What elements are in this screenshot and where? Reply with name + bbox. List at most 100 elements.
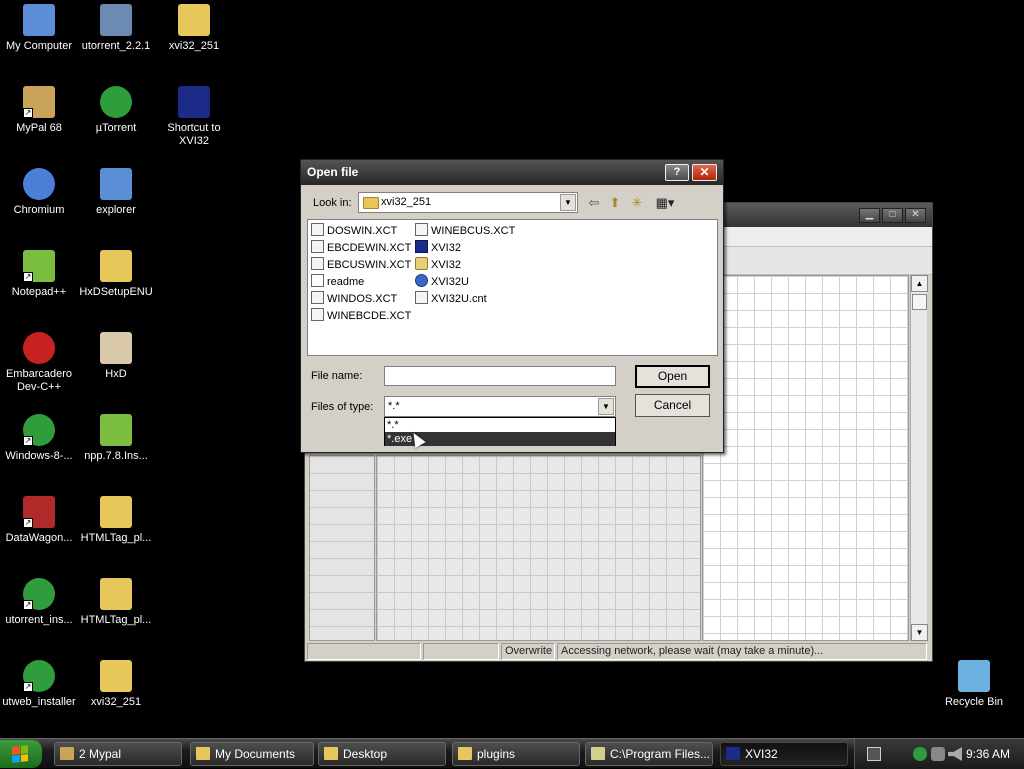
hex-grid[interactable] [376,455,701,641]
status-mode: Overwrite [501,643,555,660]
desktop-icon[interactable]: HxDSetupENU [77,250,155,299]
desktop-icon-label: Shortcut to XVI32 [167,122,221,147]
desktop-icon[interactable]: npp.7.8.Ins... [77,414,155,463]
status-panel-1 [307,643,421,660]
desktop-icon[interactable]: HTMLTag_pl... [77,496,155,545]
desktop-icon[interactable]: ↗ DataWagon... [0,496,78,545]
desktop-icon[interactable]: Recycle Bin [935,660,1013,709]
file-name: WINEBCUS.XCT [431,225,516,237]
chevron-down-icon[interactable]: ▼ [598,398,614,415]
look-in-dropdown[interactable]: xvi32_251 ▼ [358,192,578,213]
shortcut-arrow-icon: ↗ [23,436,33,446]
offset-column [309,455,375,641]
files-of-type-select[interactable]: *.* ▼ [384,396,616,417]
desktop-icon[interactable]: µTorrent [77,86,155,135]
up-folder-icon[interactable]: ⬆ [606,194,624,211]
open-file-dialog[interactable]: Open file ? ✕ Look in: xvi32_251 ▼ ⇦ ⬆ ✳… [300,159,724,453]
utorrent-icon: ↗ [23,414,55,446]
desktop-icon[interactable]: HxD [77,332,155,381]
desktop-icon[interactable]: My Computer [0,4,78,53]
desktop-icon[interactable]: ↗ Notepad++ [0,250,78,299]
file-name-input[interactable] [384,366,616,386]
desktop-icon-label: xvi32_251 [168,40,220,52]
vertical-scrollbar[interactable]: ▲ ▼ [910,275,928,641]
xct-file-icon [311,308,324,321]
volume-icon[interactable] [948,747,962,761]
file-name: XVI32U [431,276,469,288]
desktop-icon[interactable]: xvi32_251 [77,660,155,709]
shortcut-arrow-icon: ↗ [23,682,33,692]
new-folder-icon[interactable]: ✳ [628,194,646,211]
scroll-down-arrow-icon[interactable]: ▼ [911,624,928,641]
devcpp-icon [23,332,55,364]
desktop-icon[interactable]: HTMLTag_pl... [77,578,155,627]
file-item[interactable]: WINDOS.XCT [311,291,397,307]
xct-file-icon [311,257,324,270]
desktop-icon[interactable]: ↗ utorrent_ins... [0,578,78,627]
back-arrow-icon[interactable]: ⇦ [585,194,603,211]
file-item[interactable]: EBCDEWIN.XCT [311,240,411,256]
scroll-thumb[interactable] [912,294,927,310]
file-item[interactable]: XVI32 [415,257,461,273]
xct-file-icon [415,223,428,236]
file-item[interactable]: XVI32U [415,274,469,290]
file-list[interactable]: DOSWIN.XCT EBCDEWIN.XCT EBCUSWIN.XCT readme… [307,219,718,356]
taskbar-button[interactable]: Desktop [318,742,446,766]
file-item[interactable]: XVI32U.cnt [415,291,487,307]
utorrent-icon[interactable] [913,747,927,761]
config-file-icon [415,257,428,270]
chevron-down-icon[interactable]: ▼ [560,194,576,211]
desktop-icon[interactable]: ↗ utweb_installer [0,660,78,709]
desktop-icon[interactable]: Embarcadero Dev-C++ [0,332,78,394]
desktop-icon[interactable]: ↗ Windows-8-... [0,414,78,463]
taskbar-button[interactable]: XVI32 [720,742,848,766]
utorrent-icon [100,86,132,118]
file-item[interactable]: DOSWIN.XCT [311,223,397,239]
scroll-up-arrow-icon[interactable]: ▲ [911,275,928,292]
folder-icon [324,747,338,760]
cancel-button[interactable]: Cancel [635,394,710,417]
keyboard-icon[interactable] [867,747,881,761]
minimize-icon[interactable]: ▁ [859,208,880,223]
desktop-icon[interactable]: Chromium [0,168,78,217]
maximize-icon[interactable]: □ [882,208,903,223]
taskbar-button[interactable]: plugins [452,742,580,766]
file-item[interactable]: readme [311,274,364,290]
xct-file-icon [311,291,324,304]
shortcut-arrow-icon: ↗ [23,600,33,610]
desktop-icon[interactable]: Shortcut to XVI32 [155,86,233,148]
file-item[interactable]: WINEBCDE.XCT [311,308,411,324]
taskbar: 2 Mypal My Documents Desktop plugins C:\Prog… [0,738,1024,769]
xvi32-icon [726,747,740,760]
dialog-title-bar[interactable]: Open file ? ✕ [301,160,723,185]
desktop-icon-label: HxD [105,368,127,380]
close-icon[interactable]: ✕ [905,208,926,223]
start-button[interactable] [0,740,42,768]
file-item[interactable]: WINEBCUS.XCT [415,223,515,239]
file-item[interactable]: EBCUSWIN.XCT [311,257,411,273]
desktop-icon[interactable]: xvi32_251 [155,4,233,53]
shortcut-arrow-icon: ↗ [23,272,33,282]
zip-folder-icon [100,250,132,282]
open-button[interactable]: Open [635,365,710,388]
taskbar-button[interactable]: C:\Program Files... [585,742,713,766]
desktop-icon[interactable]: ↗ MyPal 68 [0,86,78,135]
desktop-icon[interactable]: utorrent_2.2.1 [77,4,155,53]
network-icon[interactable] [931,747,945,761]
taskbar-button[interactable]: My Documents [190,742,314,766]
help-button[interactable]: ? [665,164,689,181]
close-button[interactable]: ✕ [692,164,717,181]
file-name: EBCDEWIN.XCT [327,242,412,254]
desktop-icon[interactable]: explorer [77,168,155,217]
file-item[interactable]: XVI32 [415,240,461,256]
file-type-option[interactable]: *.* [385,418,615,432]
desktop-icon-label: µTorrent [95,122,137,134]
taskbar-button[interactable]: 2 Mypal [54,742,182,766]
text-file-icon [311,274,324,287]
xct-file-icon [311,223,324,236]
desktop-icon-label: utorrent_ins... [5,614,73,626]
text-grid[interactable] [702,275,909,641]
file-name-label: File name: [311,370,363,382]
view-menu-icon[interactable]: ▦▾ [652,194,678,211]
file-name: readme [327,276,365,288]
